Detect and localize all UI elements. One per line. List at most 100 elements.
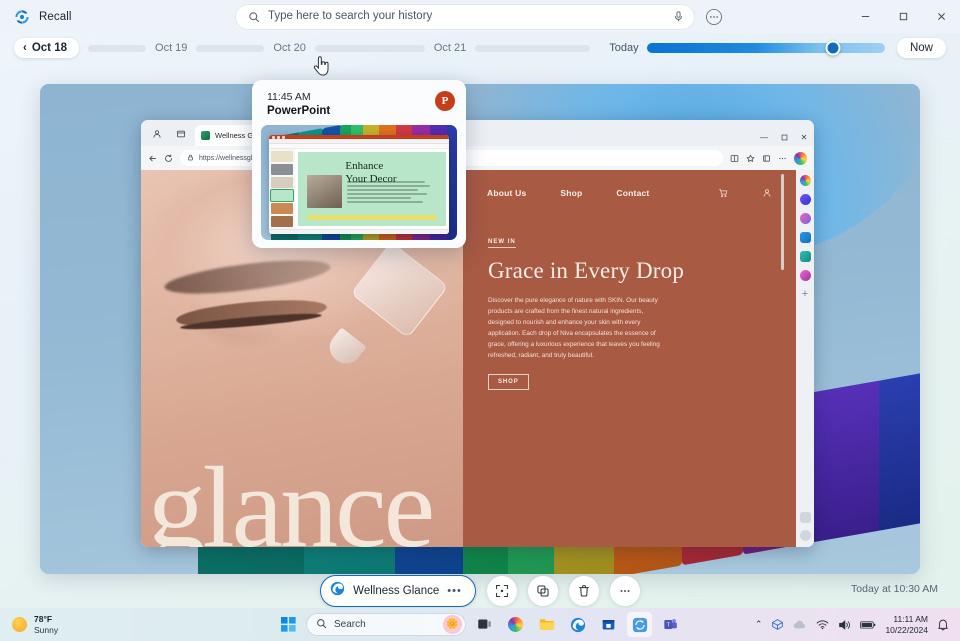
windows-start-icon[interactable] [277, 613, 300, 636]
shop-cta-button[interactable]: SHOP [488, 374, 529, 390]
search-placeholder: Type here to search your history [268, 11, 665, 23]
tooltip-time: 11:45 AM [267, 91, 330, 103]
timeline-track-segment[interactable] [88, 45, 146, 52]
tools-icon[interactable] [800, 213, 811, 224]
back-arrow-icon[interactable] [148, 154, 157, 163]
timeline-track-segment[interactable] [475, 45, 590, 52]
more-options-icon[interactable] [778, 154, 787, 163]
slide-image [307, 175, 343, 208]
copilot-icon[interactable] [503, 612, 528, 637]
timeline[interactable]: ‹ Oct 18 Oct 19 Oct 20 Oct 21 Today Now [0, 33, 960, 63]
hero-body-text: Discover the pure elegance of nature wit… [488, 295, 660, 361]
snapshot-app-pill[interactable]: Wellness Glance ••• [320, 575, 476, 607]
copilot-icon[interactable] [794, 152, 807, 165]
add-sidebar-app-icon[interactable]: + [800, 289, 811, 300]
teams-icon[interactable]: T [658, 612, 683, 637]
snapshot-region-button[interactable] [487, 576, 517, 606]
timeline-date-oct-21[interactable]: Oct 21 [434, 42, 466, 54]
close-button[interactable]: ✕ [794, 128, 814, 146]
outlook-icon[interactable] [800, 232, 811, 243]
wifi-icon[interactable] [816, 619, 829, 630]
split-screen-icon[interactable] [730, 154, 739, 163]
volume-icon[interactable] [838, 619, 851, 631]
edge-icon[interactable] [565, 612, 590, 637]
battery-icon[interactable] [860, 620, 876, 630]
slide-thumbnail-rail [269, 149, 295, 229]
timeline-current-date-label: Oct 18 [32, 42, 67, 54]
chevron-up-icon[interactable]: ⌃ [755, 619, 763, 630]
minimize-button[interactable]: — [754, 128, 774, 146]
recall-logo-icon [14, 9, 30, 25]
account-icon[interactable] [762, 188, 772, 198]
timeline-track-segment[interactable] [196, 45, 264, 52]
sidebar-bottom [800, 512, 811, 547]
timeline-date-oct-19[interactable]: Oct 19 [155, 42, 187, 54]
brand-wordmark: glance [147, 459, 463, 547]
now-button[interactable]: Now [897, 38, 946, 58]
minimize-button[interactable] [846, 0, 884, 33]
profile-icon[interactable] [149, 126, 165, 142]
browser-viewport: glance About Us Shop Contact [141, 170, 814, 547]
search-area: Type here to search your history [235, 4, 725, 30]
hero-eyebrow: NEW IN [488, 239, 516, 248]
timeline-hover-tooltip: 11:45 AM PowerPoint P [252, 80, 466, 248]
file-explorer-icon[interactable] [534, 612, 559, 637]
cart-icon[interactable] [718, 188, 728, 198]
onedrive-icon[interactable] [771, 618, 784, 631]
timeline-slider-thumb[interactable] [825, 41, 840, 56]
sidebar-settings-icon[interactable] [800, 530, 811, 541]
customize-sidebar-icon[interactable] [800, 512, 811, 523]
more-button[interactable] [610, 576, 640, 606]
copy-button[interactable] [528, 576, 558, 606]
task-view-icon[interactable] [472, 612, 497, 637]
nav-item-about-us[interactable]: About Us [487, 188, 526, 198]
lotus-icon: 🌼 [443, 615, 462, 634]
browser-window[interactable]: Wellness Glance ✕ — ✕ [141, 120, 814, 547]
taskbar-search-box[interactable]: Search 🌼 [306, 613, 466, 636]
mouse-cursor [313, 56, 330, 81]
more-options-button[interactable] [703, 6, 725, 28]
sun-icon [12, 617, 27, 632]
timeline-date-oct-20[interactable]: Oct 20 [273, 42, 305, 54]
tooltip-thumbnail[interactable]: Enhance Your Decor [261, 125, 457, 240]
weather-temperature: 78°F [34, 614, 58, 624]
tab-search-icon[interactable] [173, 126, 189, 142]
cloud-icon[interactable] [793, 619, 807, 630]
copilot-icon[interactable] [800, 175, 811, 186]
clock-time: 11:11 AM [885, 614, 928, 625]
nav-item-contact[interactable]: Contact [616, 188, 649, 198]
system-tray: ⌃ [755, 614, 960, 635]
nav-item-shop[interactable]: Shop [560, 188, 582, 198]
bell-icon[interactable] [937, 618, 949, 631]
maximize-button[interactable] [884, 0, 922, 33]
snapshot-app-label: Wellness Glance [353, 585, 439, 597]
refresh-icon[interactable] [164, 154, 173, 163]
browser-window-controls: — ✕ [754, 125, 814, 146]
windows-taskbar: 78°F Sunny Search 🌼 [0, 608, 960, 641]
games-icon[interactable] [800, 194, 811, 205]
slide-text-block [347, 181, 436, 205]
image-creator-icon[interactable] [800, 270, 811, 281]
collections-icon[interactable] [762, 154, 771, 163]
more-options-icon[interactable]: ••• [447, 585, 462, 597]
star-icon[interactable] [746, 154, 755, 163]
timeline-slider[interactable] [647, 43, 885, 53]
taskbar-clock[interactable]: 11:11 AM 10/22/2024 [885, 614, 928, 635]
search-input[interactable]: Type here to search your history [235, 4, 695, 30]
snapshot-preview[interactable]: Wellness Glance ✕ — ✕ [40, 84, 920, 574]
shopping-icon[interactable] [800, 251, 811, 262]
weather-widget[interactable]: 78°F Sunny [0, 614, 58, 634]
edge-icon [330, 581, 345, 601]
microphone-icon[interactable] [673, 10, 684, 23]
maximize-button[interactable] [774, 128, 794, 146]
delete-button[interactable] [569, 576, 599, 606]
timeline-current-date-chip[interactable]: ‹ Oct 18 [14, 38, 79, 58]
recall-icon[interactable] [627, 612, 652, 637]
timeline-track-segment[interactable] [315, 45, 425, 52]
powerpoint-icon: P [435, 91, 455, 111]
microsoft-store-icon[interactable] [596, 612, 621, 637]
page-scrollbar[interactable] [781, 174, 784, 270]
tooltip-header: 11:45 AM PowerPoint P [261, 89, 457, 125]
dropper-illustration [321, 257, 443, 370]
close-button[interactable] [922, 0, 960, 33]
